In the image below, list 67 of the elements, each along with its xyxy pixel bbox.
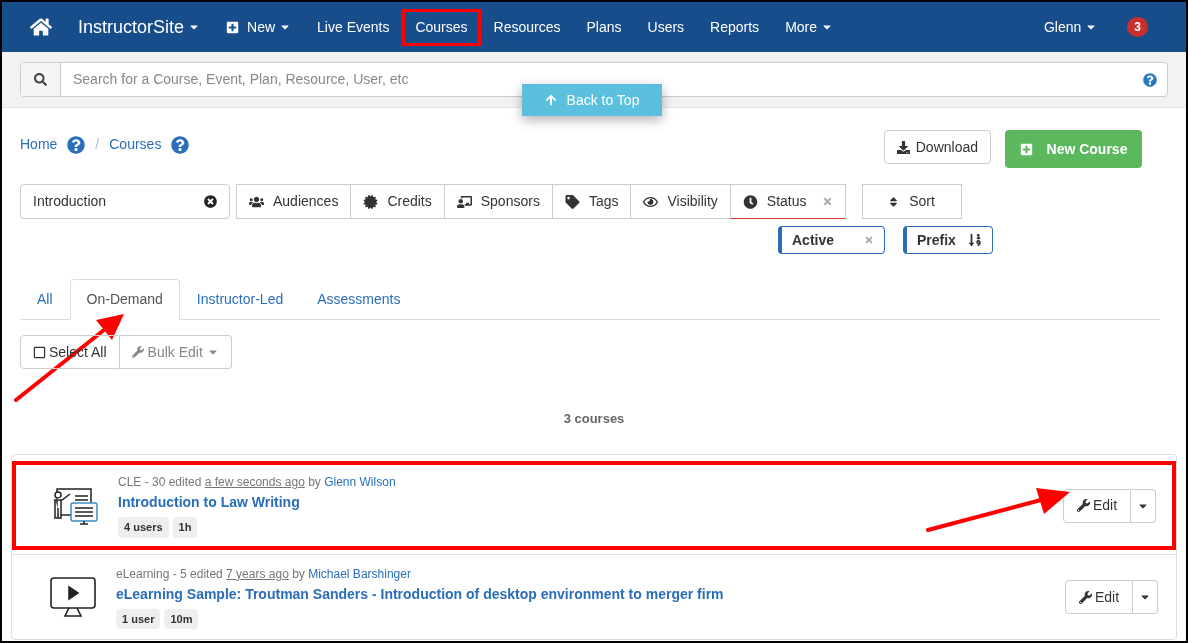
nav-link[interactable]: More: [775, 11, 844, 43]
dropdown-toggle[interactable]: [1133, 580, 1158, 614]
course-title-link[interactable]: eLearning Sample: Troutman Sanders - Introduction of desktop environment to merger firm: [116, 583, 1065, 605]
sort-icon: [888, 195, 900, 208]
breadcrumb-link[interactable]: Home: [20, 134, 58, 155]
clear-icon[interactable]: [204, 195, 217, 208]
course-meta: eLearning - 5 edited 7 years ago by Michael Barshinger: [116, 565, 412, 583]
help-icon[interactable]: [1143, 72, 1157, 87]
tab[interactable]: On-Demand: [69, 279, 180, 320]
wrench-icon: [1078, 590, 1092, 604]
checkbox-icon: [33, 345, 46, 359]
course-count: 3 courses: [563, 411, 625, 426]
course-tag: 4 users: [118, 517, 169, 538]
filter-button[interactable]: Credits: [350, 184, 444, 219]
edit-button[interactable]: Edit: [1063, 488, 1131, 523]
filter-button[interactable]: Status: [729, 184, 846, 219]
sort-button[interactable]: Sort: [861, 184, 962, 219]
presenter-icon: [456, 194, 472, 209]
filter-button[interactable]: Sponsors: [443, 184, 552, 219]
download-icon: [896, 140, 910, 154]
eye-icon: [643, 194, 659, 209]
sort-numeric-icon: [967, 233, 982, 247]
course-title-link[interactable]: Introduction to Law Writing: [118, 492, 1063, 514]
wrench-icon: [131, 346, 144, 358]
users-icon: [249, 194, 264, 209]
filter-input[interactable]: Introduction: [20, 184, 230, 219]
breadcrumb-link[interactable]: Courses: [109, 134, 162, 155]
wrench-icon: [1076, 499, 1090, 512]
filter-button[interactable]: Tags: [551, 184, 631, 219]
monitor-play-icon: [49, 576, 97, 618]
filter-button[interactable]: Audiences: [236, 184, 351, 219]
arrow-up-icon: [544, 94, 557, 106]
nav-link[interactable]: Live Events: [307, 11, 400, 43]
clock-icon: [742, 194, 758, 209]
help-icon[interactable]: [67, 135, 86, 154]
author-link[interactable]: Michael Barshinger: [308, 566, 411, 581]
filter-chip[interactable]: Prefix: [903, 226, 993, 254]
filter-chip[interactable]: Active: [778, 226, 885, 254]
user-menu[interactable]: Glenn: [1043, 16, 1098, 38]
course-meta: CLE - 30 edited a few seconds ago by Glenn Wilson: [118, 474, 397, 492]
nav-link[interactable]: Reports: [700, 11, 770, 43]
tab[interactable]: All: [20, 279, 70, 320]
tag-icon: [564, 194, 580, 209]
course-tag: 1 user: [116, 608, 161, 630]
nav-link[interactable]: Plans: [576, 11, 632, 43]
course-tag: 10m: [164, 608, 199, 630]
notification-badge[interactable]: 3: [1127, 17, 1148, 37]
nav-link[interactable]: Courses: [405, 11, 478, 43]
tab[interactable]: Instructor-Led: [179, 279, 301, 320]
tab[interactable]: Assessments: [300, 279, 418, 320]
nav-link[interactable]: New: [216, 11, 302, 43]
edited-time-link[interactable]: 7 years ago: [226, 566, 289, 581]
help-icon[interactable]: [171, 135, 190, 154]
edit-button[interactable]: Edit: [1065, 580, 1133, 614]
seal-icon: [363, 194, 379, 209]
site-menu[interactable]: InstructorSite: [78, 13, 201, 41]
breadcrumb-separator: /: [95, 135, 100, 154]
dropdown-toggle[interactable]: [1131, 488, 1156, 523]
filter-button[interactable]: Visibility: [630, 184, 730, 219]
download-button[interactable]: Download: [883, 130, 991, 164]
nav-link[interactable]: Resources: [483, 11, 571, 43]
edited-time-link[interactable]: a few seconds ago: [204, 475, 305, 490]
search-icon: [34, 73, 47, 86]
author-link[interactable]: Glenn Wilson: [324, 475, 396, 490]
nav-link[interactable]: Users: [637, 11, 695, 43]
home-icon[interactable]: [30, 17, 52, 37]
course-tag: 1h: [172, 517, 198, 538]
